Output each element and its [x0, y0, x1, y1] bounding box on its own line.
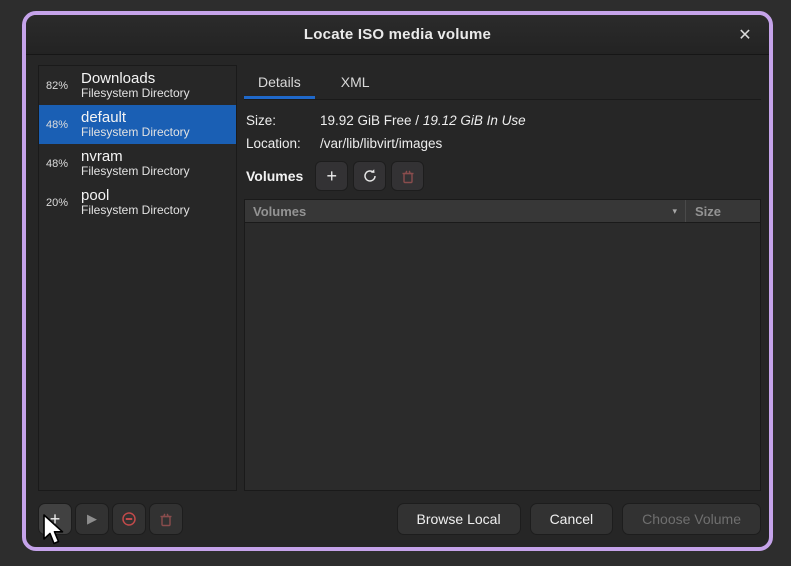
- delete-pool-button[interactable]: [149, 503, 183, 535]
- dialog-title: Locate ISO media volume: [304, 26, 491, 43]
- volumes-label: Volumes: [246, 168, 303, 184]
- delete-volume-button[interactable]: [391, 161, 424, 191]
- titlebar: Locate ISO media volume ✕: [26, 15, 769, 55]
- stop-icon: [121, 511, 137, 527]
- location-label: Location:: [246, 136, 320, 151]
- size-value: 19.92 GiB Free / 19.12 GiB In Use: [320, 113, 526, 128]
- column-header-size[interactable]: Size: [686, 200, 760, 222]
- pool-type: Filesystem Directory: [81, 204, 190, 218]
- pool-row-downloads[interactable]: 82% Downloads Filesystem Directory: [39, 66, 236, 105]
- pool-info: Size: 19.92 GiB Free / 19.12 GiB In Use …: [244, 100, 761, 157]
- volumes-table: Volumes ▾ Size: [244, 199, 761, 491]
- size-label: Size:: [246, 113, 320, 128]
- footer-actions: + ▶ Browse Local Cancel Choose Volume: [26, 497, 769, 547]
- dialog-content: 82% Downloads Filesystem Directory 48% d…: [26, 55, 769, 497]
- pool-usage-percent: 48%: [46, 158, 73, 170]
- pool-type: Filesystem Directory: [81, 126, 190, 140]
- sort-descending-icon[interactable]: ▾: [672, 206, 677, 217]
- choose-volume-button: Choose Volume: [622, 503, 761, 535]
- location-value: /var/lib/libvirt/images: [320, 136, 442, 151]
- pool-usage-percent: 20%: [46, 197, 73, 209]
- pool-usage-percent: 48%: [46, 119, 73, 131]
- pool-name: Downloads: [81, 70, 190, 87]
- locate-iso-dialog: Locate ISO media volume ✕ 82% Downloads …: [22, 11, 773, 551]
- pool-name: nvram: [81, 148, 190, 165]
- refresh-icon: [362, 168, 378, 184]
- tab-details[interactable]: Details: [244, 65, 315, 99]
- trash-icon: [159, 512, 173, 527]
- add-volume-button[interactable]: +: [315, 161, 348, 191]
- start-pool-button[interactable]: ▶: [75, 503, 109, 535]
- pool-name: pool: [81, 187, 190, 204]
- browse-local-button[interactable]: Browse Local: [397, 503, 521, 535]
- column-header-volumes[interactable]: Volumes ▾: [245, 200, 686, 222]
- size-in-use: 19.12 GiB In Use: [423, 113, 526, 128]
- pool-row-pool[interactable]: 20% pool Filesystem Directory: [39, 183, 236, 222]
- close-icon[interactable]: ✕: [733, 23, 757, 47]
- storage-pool-list: 82% Downloads Filesystem Directory 48% d…: [38, 65, 237, 491]
- plus-icon: +: [327, 167, 338, 185]
- trash-icon: [401, 169, 415, 184]
- pool-type: Filesystem Directory: [81, 87, 190, 101]
- refresh-volumes-button[interactable]: [353, 161, 386, 191]
- tab-xml[interactable]: XML: [327, 65, 384, 99]
- details-tabbar: Details XML: [244, 65, 761, 100]
- volumes-table-body[interactable]: [245, 223, 760, 490]
- play-icon: ▶: [87, 511, 97, 527]
- volumes-table-header: Volumes ▾ Size: [245, 200, 760, 223]
- pool-usage-percent: 82%: [46, 80, 73, 92]
- pool-type: Filesystem Directory: [81, 165, 190, 179]
- pool-row-nvram[interactable]: 48% nvram Filesystem Directory: [39, 144, 236, 183]
- pool-details-panel: Details XML Size: 19.92 GiB Free / 19.12…: [244, 65, 761, 491]
- pool-row-default[interactable]: 48% default Filesystem Directory: [39, 105, 236, 144]
- pool-name: default: [81, 109, 190, 126]
- stop-pool-button[interactable]: [112, 503, 146, 535]
- cancel-button[interactable]: Cancel: [530, 503, 614, 535]
- volumes-toolbar: Volumes +: [246, 161, 761, 191]
- mouse-cursor: [42, 514, 70, 548]
